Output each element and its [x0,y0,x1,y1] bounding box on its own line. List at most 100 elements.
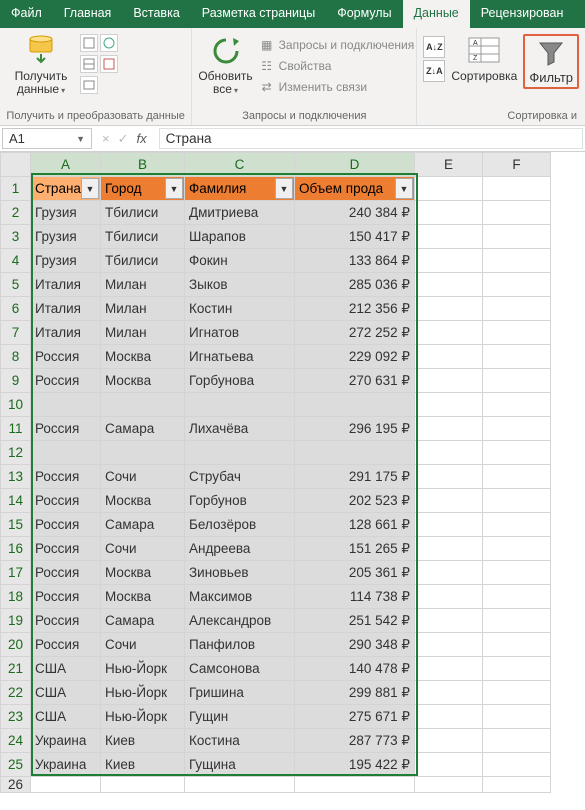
cell[interactable]: Италия [31,297,101,321]
cell[interactable] [415,225,483,249]
name-box-dropdown-icon[interactable]: ▼ [76,134,85,144]
row-header-23[interactable]: 23 [1,705,31,729]
row-header-25[interactable]: 25 [1,753,31,777]
cell[interactable]: 229 092 ₽ [295,345,415,369]
cell[interactable]: Костина [185,729,295,753]
cell[interactable]: Фокин [185,249,295,273]
cell[interactable]: 133 864 ₽ [295,249,415,273]
cell[interactable]: Зиновьев [185,561,295,585]
sort-za-button[interactable]: Z↓A [423,60,445,82]
row-header-7[interactable]: 7 [1,321,31,345]
cell[interactable]: Нью-Йорк [101,705,185,729]
cell[interactable] [483,753,551,777]
cell[interactable]: США [31,705,101,729]
filter-button[interactable]: Фильтр [523,34,579,89]
cell[interactable]: Струбач [185,465,295,489]
cell[interactable] [415,177,483,201]
tab-data[interactable]: Данные [403,0,470,28]
filter-dropdown-icon[interactable]: ▼ [395,178,413,199]
tab-file[interactable]: Файл [0,0,53,28]
cell[interactable]: Россия [31,369,101,393]
cell[interactable]: Дмитриева [185,201,295,225]
cell[interactable] [483,441,551,465]
cell[interactable] [483,633,551,657]
row-header-20[interactable]: 20 [1,633,31,657]
cell[interactable]: 299 881 ₽ [295,681,415,705]
cell[interactable]: 205 361 ₽ [295,561,415,585]
row-header-8[interactable]: 8 [1,345,31,369]
cell[interactable] [483,729,551,753]
cell[interactable] [185,777,295,793]
cell[interactable]: Россия [31,609,101,633]
cell[interactable] [295,441,415,465]
cell[interactable] [31,777,101,793]
cell[interactable]: Шарапов [185,225,295,249]
cell[interactable]: Александров [185,609,295,633]
cell[interactable] [415,465,483,489]
cell[interactable]: Тбилиси [101,225,185,249]
cell[interactable] [483,417,551,441]
cell[interactable]: Сочи [101,633,185,657]
cell[interactable] [483,681,551,705]
cell[interactable] [185,441,295,465]
cell[interactable]: 296 195 ₽ [295,417,415,441]
row-header-17[interactable]: 17 [1,561,31,585]
cell[interactable]: Россия [31,513,101,537]
cell[interactable]: США [31,681,101,705]
cell[interactable] [185,393,295,417]
enter-icon[interactable]: ✓ [118,131,129,147]
cell[interactable] [415,393,483,417]
cell[interactable]: Россия [31,537,101,561]
cell[interactable]: 272 252 ₽ [295,321,415,345]
cell[interactable]: Горбунов [185,489,295,513]
cell[interactable]: 285 036 ₽ [295,273,415,297]
sort-az-button[interactable]: A↓Z [423,36,445,58]
cell[interactable] [483,201,551,225]
tab-home[interactable]: Главная [53,0,123,28]
cell[interactable]: Костин [185,297,295,321]
filter-dropdown-icon[interactable]: ▼ [165,178,183,199]
cell[interactable]: Сочи [101,465,185,489]
worksheet-grid[interactable]: ABCDEF1Страна▼Город▼Фамилия▼Объем прода▼… [0,152,585,793]
row-header-19[interactable]: 19 [1,609,31,633]
cell[interactable] [415,513,483,537]
row-header-9[interactable]: 9 [1,369,31,393]
filter-dropdown-icon[interactable]: ▼ [275,178,293,199]
cell[interactable] [415,681,483,705]
cell[interactable] [295,393,415,417]
cell[interactable]: США [31,657,101,681]
properties-button[interactable]: ☷Свойства [257,57,417,75]
refresh-all-button[interactable]: Обновитьвсе▾ [198,34,252,96]
cell[interactable]: Гущина [185,753,295,777]
cell[interactable]: Россия [31,417,101,441]
cell[interactable]: 128 661 ₽ [295,513,415,537]
cell[interactable] [415,489,483,513]
column-header-F[interactable]: F [483,153,551,177]
cell[interactable] [483,657,551,681]
cell[interactable]: Сочи [101,537,185,561]
cell[interactable]: 151 265 ₽ [295,537,415,561]
cell[interactable]: Грузия [31,249,101,273]
cell[interactable] [31,441,101,465]
row-header-16[interactable]: 16 [1,537,31,561]
row-header-24[interactable]: 24 [1,729,31,753]
row-header-2[interactable]: 2 [1,201,31,225]
sort-button[interactable]: AZ Сортировка [449,34,519,83]
cell[interactable]: 240 384 ₽ [295,201,415,225]
cell[interactable] [415,417,483,441]
row-header-1[interactable]: 1 [1,177,31,201]
cell[interactable]: Горбунова [185,369,295,393]
cell[interactable]: 202 523 ₽ [295,489,415,513]
cell[interactable]: Милан [101,321,185,345]
cell[interactable] [483,465,551,489]
queries-connections-button[interactable]: ▦Запросы и подключения [257,36,417,54]
filter-dropdown-icon[interactable]: ▼ [81,178,99,199]
cell[interactable] [483,537,551,561]
cell[interactable]: Зыков [185,273,295,297]
select-all-corner[interactable] [1,153,31,177]
cell[interactable]: Милан [101,273,185,297]
row-header-18[interactable]: 18 [1,585,31,609]
cell[interactable]: Самара [101,513,185,537]
from-web-icon[interactable] [100,34,118,52]
cell[interactable]: 114 738 ₽ [295,585,415,609]
